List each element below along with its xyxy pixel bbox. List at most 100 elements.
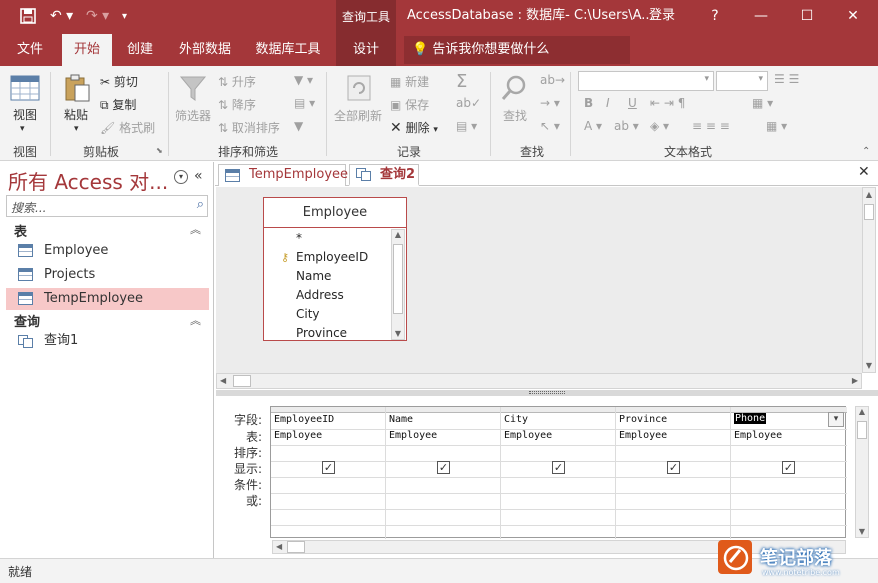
undo-icon[interactable]: ↶ ▾	[50, 8, 73, 24]
customize-qat-icon[interactable]: ▾	[122, 11, 127, 22]
search-icon[interactable]: ⌕	[197, 197, 204, 212]
nav-item-query1[interactable]: 查询1	[6, 330, 209, 352]
doc-tab-query2[interactable]: 查询2	[349, 164, 419, 186]
upper-vertical-scrollbar[interactable]: ▲ ▼	[862, 187, 876, 373]
collapse-section-icon[interactable]: ︽	[190, 312, 201, 328]
show-checkbox[interactable]: ✓	[437, 461, 450, 474]
doc-tab-label: 查询2	[380, 167, 416, 182]
nav-search-input[interactable]: 搜索... ⌕	[6, 195, 208, 217]
nav-item-label: Projects	[44, 267, 96, 282]
grid-field-cell[interactable]: EmployeeID	[274, 414, 334, 425]
grid-table-cell[interactable]: Employee	[504, 430, 552, 441]
show-checkbox[interactable]: ✓	[667, 461, 680, 474]
nav-menu-chevron-icon[interactable]: ▾	[174, 170, 188, 184]
primary-key-icon: ⚷	[281, 251, 290, 264]
group-sort-filter-label: 排序和筛选	[218, 145, 279, 159]
nav-item-employee[interactable]: Employee	[6, 240, 209, 262]
tab-external-data[interactable]: 外部数据	[172, 34, 238, 66]
show-checkbox[interactable]: ✓	[782, 461, 795, 474]
help-button[interactable]: ?	[692, 0, 738, 34]
field-item[interactable]: Address	[265, 286, 391, 305]
doc-tab-tempemployee[interactable]: TempEmployee	[218, 164, 348, 186]
tell-me-box[interactable]: 💡 告诉我你想要做什么	[404, 36, 630, 64]
field-label: EmployeeID	[296, 250, 369, 264]
nav-section-queries[interactable]: 查询	[14, 311, 40, 330]
new-label: 新建	[405, 75, 430, 89]
paste-button[interactable]: 粘贴	[64, 106, 88, 123]
tab-design[interactable]: 设计	[340, 34, 392, 66]
watermark-url: www.notetribe.com	[762, 568, 840, 577]
clipboard-launcher-icon[interactable]: ⬊	[156, 146, 163, 155]
grid-table-cell[interactable]: Employee	[389, 430, 437, 441]
tab-home[interactable]: 开始	[62, 34, 112, 66]
delete-record-button[interactable]: ✕ 删除 ▾	[390, 119, 438, 136]
sort-ascending-icon: ⇅	[218, 75, 229, 89]
tab-file[interactable]: 文件	[8, 34, 52, 66]
grid-field-cell[interactable]: Name	[389, 414, 413, 425]
field-dropdown-icon[interactable]: ▾	[828, 412, 844, 427]
field-item[interactable]: Name	[265, 267, 391, 286]
collapse-nav-icon[interactable]: «	[194, 168, 203, 184]
field-item[interactable]: City	[265, 305, 391, 324]
grid-field-cell[interactable]: City	[504, 414, 528, 425]
group-divider	[570, 72, 571, 156]
close-button[interactable]: ✕	[830, 0, 876, 34]
grid-table-cell[interactable]: Employee	[619, 430, 667, 441]
brush-icon: 🖌	[100, 121, 116, 135]
save-icon[interactable]	[20, 8, 36, 28]
show-checkbox[interactable]: ✓	[552, 461, 565, 474]
tell-me-text: 告诉我你想要做什么	[432, 42, 550, 57]
window-title: AccessDatabase : 数据库- C:\Users\A...	[407, 8, 654, 23]
filter-icon	[178, 73, 208, 103]
group-divider	[326, 72, 327, 156]
nav-item-tempemployee[interactable]: TempEmployee	[6, 288, 209, 310]
field-item[interactable]: *	[265, 229, 391, 248]
field-item-primary-key[interactable]: ⚷ EmployeeID	[265, 248, 391, 267]
cut-label: 剪切	[113, 75, 138, 89]
descending-button: ⇅ 降序	[218, 96, 256, 113]
table-icon	[18, 268, 33, 281]
copy-button[interactable]: ⧉ 复制	[100, 96, 136, 113]
grid-field-cell[interactable]: Province	[619, 414, 667, 425]
sort-descending-icon: ⇅	[218, 98, 229, 112]
login-link[interactable]: 登录	[649, 0, 675, 32]
italic-icon: I	[606, 96, 610, 110]
group-clipboard-label: 剪贴板	[83, 145, 120, 159]
refresh-all-button: 全部刷新	[334, 109, 383, 123]
paste-dropdown-icon[interactable]: ▾	[74, 124, 79, 134]
alt-row-color-icon: ▦ ▾	[766, 119, 788, 133]
restore-button[interactable]: ☐	[784, 0, 830, 34]
show-checkbox[interactable]: ✓	[322, 461, 335, 474]
upper-horizontal-scrollbar[interactable]: ◀ ▶	[216, 373, 862, 389]
paste-icon[interactable]	[62, 73, 92, 103]
nav-section-tables[interactable]: 表	[14, 221, 27, 240]
navigation-pane	[0, 162, 214, 558]
grid-table-cell[interactable]: Employee	[734, 430, 782, 441]
minimize-button[interactable]: —	[738, 0, 784, 34]
find-magnifier-icon	[500, 73, 530, 103]
grid-vertical-scrollbar[interactable]: ▲ ▼	[855, 406, 869, 538]
collapse-ribbon-icon[interactable]: ⌃	[862, 146, 870, 157]
collapse-section-icon[interactable]: ︽	[190, 221, 201, 237]
tab-create[interactable]: 创建	[118, 34, 162, 66]
field-list-employee[interactable]: Employee * ⚷ EmployeeID Name Address Cit…	[263, 197, 407, 341]
tab-database-tools[interactable]: 数据库工具	[248, 34, 328, 66]
table-icon	[225, 169, 240, 182]
ascending-label: 升序	[231, 75, 256, 89]
view-button[interactable]: 视图	[13, 106, 37, 123]
cut-button[interactable]: ✂ 剪切	[100, 73, 138, 90]
save-record-button: ▣ 保存	[390, 96, 429, 113]
grid-table-cell[interactable]: Employee	[274, 430, 322, 441]
close-document-icon[interactable]: ✕	[858, 164, 870, 180]
copy-label: 复制	[112, 98, 137, 112]
group-divider	[168, 72, 169, 156]
nav-item-projects[interactable]: Projects	[6, 264, 209, 286]
delete-x-icon: ✕	[390, 120, 402, 136]
nav-pane-title[interactable]: 所有 Access 对...	[8, 166, 168, 195]
grid-field-cell-selected[interactable]: Phone	[734, 413, 767, 424]
toggle-filter-icon: ▼	[294, 119, 304, 133]
field-item[interactable]: Province	[265, 324, 391, 343]
field-list-scrollbar[interactable]: ▲ ▼	[391, 229, 405, 340]
view-icon[interactable]	[10, 73, 40, 103]
view-dropdown-icon[interactable]: ▾	[20, 124, 25, 134]
